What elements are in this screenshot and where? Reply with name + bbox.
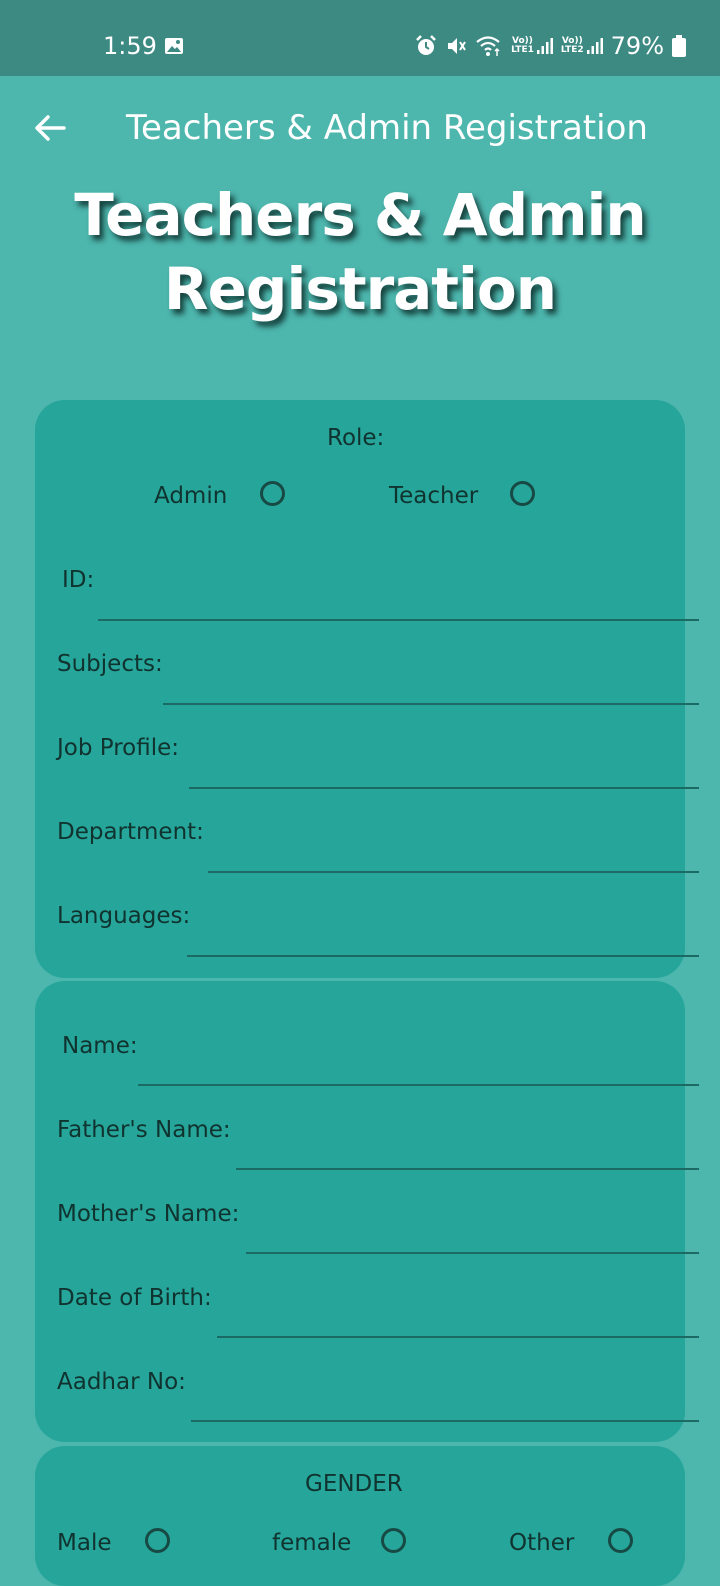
status-bar: 1:59 Vo)) LTE1 Vo)) LTE2 79% xyxy=(0,0,720,76)
aadhar-no-label: Aadhar No: xyxy=(57,1369,186,1395)
mute-icon xyxy=(448,38,466,54)
father-name-field[interactable] xyxy=(236,1168,699,1170)
back-arrow-icon[interactable] xyxy=(30,108,70,148)
gender-radio-other[interactable] xyxy=(608,1528,633,1553)
gender-radio-female[interactable] xyxy=(381,1528,406,1553)
alarm-icon xyxy=(416,35,436,55)
mother-name-label: Mother's Name: xyxy=(57,1201,240,1227)
page-title: Teachers & Admin Registration xyxy=(74,181,646,323)
languages-field[interactable] xyxy=(187,955,699,957)
mother-name-field[interactable] xyxy=(246,1252,699,1254)
department-field[interactable] xyxy=(208,871,699,873)
father-name-label: Father's Name: xyxy=(57,1117,231,1143)
signal-icon xyxy=(586,38,603,54)
gallery-notification-icon xyxy=(165,38,183,54)
name-label: Name: xyxy=(62,1033,138,1059)
sim2-label: LTE2 xyxy=(560,45,584,55)
gender-option-female-label: female xyxy=(272,1530,352,1556)
department-label: Department: xyxy=(57,819,204,845)
gender-label: GENDER xyxy=(305,1471,403,1497)
sim1-label: LTE1 xyxy=(511,45,534,55)
role-option-admin-label: Admin xyxy=(154,483,228,509)
job-profile-label: Job Profile: xyxy=(57,735,180,761)
app-bar-title: Teachers & Admin Registration xyxy=(126,108,648,148)
job-profile-field[interactable] xyxy=(189,787,699,789)
name-field[interactable] xyxy=(138,1084,699,1086)
battery-icon xyxy=(672,35,686,57)
signal-icon xyxy=(536,38,553,54)
app-bar: Teachers & Admin Registration xyxy=(0,76,720,180)
id-label: ID: xyxy=(62,567,95,593)
sim2-indicator: Vo)) LTE2 xyxy=(561,37,603,55)
sim1-indicator: Vo)) LTE1 xyxy=(511,37,553,55)
wifi-icon xyxy=(476,36,500,56)
gender-option-male-label: Male xyxy=(57,1530,112,1556)
role-radio-teacher[interactable] xyxy=(510,481,535,506)
gender-card xyxy=(35,1446,685,1586)
languages-label: Languages: xyxy=(57,903,191,929)
status-icons: Vo)) LTE1 Vo)) LTE2 79% xyxy=(415,30,686,62)
role-option-teacher-label: Teacher xyxy=(389,483,479,509)
gender-option-other-label: Other xyxy=(509,1530,575,1556)
status-time: 1:59 xyxy=(103,32,157,60)
subjects-field[interactable] xyxy=(163,703,699,705)
gender-radio-male[interactable] xyxy=(145,1528,170,1553)
battery-percent: 79% xyxy=(610,32,664,60)
subjects-label: Subjects: xyxy=(57,651,163,677)
date-of-birth-label: Date of Birth: xyxy=(57,1285,212,1311)
date-of-birth-field[interactable] xyxy=(217,1336,699,1338)
role-label: Role: xyxy=(327,425,385,451)
role-radio-admin[interactable] xyxy=(260,481,285,506)
id-field[interactable] xyxy=(98,619,699,621)
role-card xyxy=(35,400,685,978)
aadhar-no-field[interactable] xyxy=(191,1420,699,1422)
